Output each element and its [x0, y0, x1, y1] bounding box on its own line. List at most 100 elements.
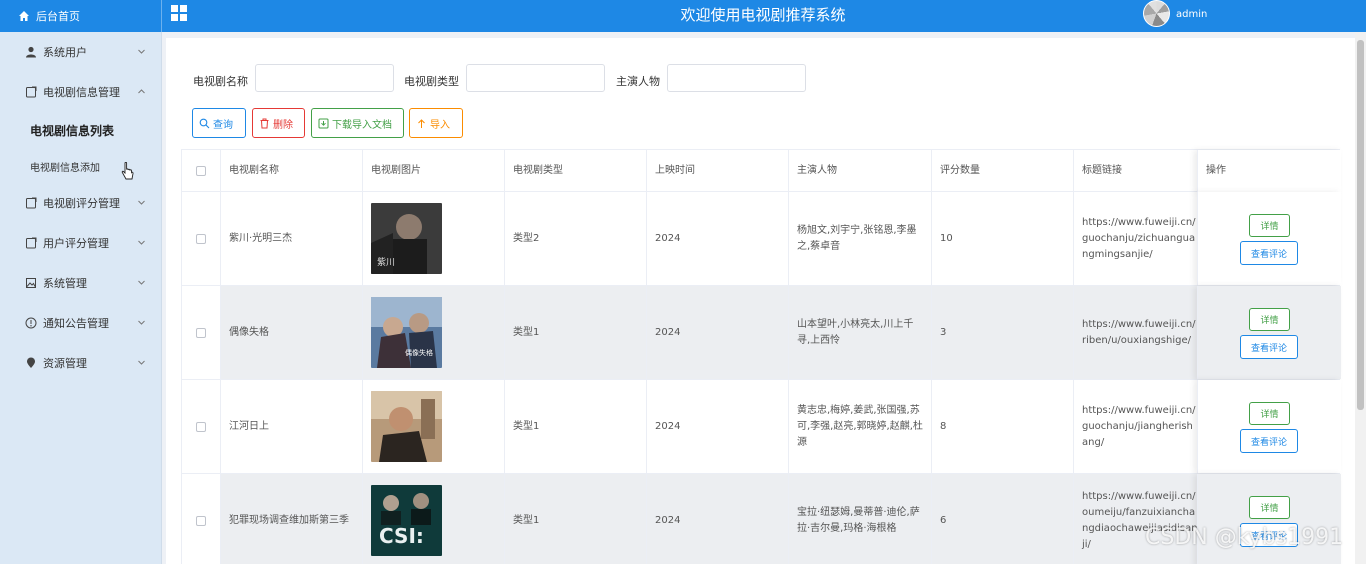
sidebar-item-label: 通知公告管理 [43, 317, 109, 330]
th-release[interactable]: 上映时间 [647, 150, 789, 192]
view-comments-button[interactable]: 查看评论 [1240, 429, 1298, 453]
cell-actors: 宝拉·纽瑟姆,曼蒂普·迪伦,萨拉·吉尔曼,玛格·海根格 [789, 474, 932, 564]
cell-rating-count: 6 [932, 474, 1074, 564]
cell-name: 偶像失格 [221, 286, 363, 379]
sidebar-item-label: 电视剧评分管理 [43, 197, 120, 210]
sidebar-item-resource[interactable]: 资源管理 [0, 343, 162, 383]
chevron-down-icon [138, 280, 145, 285]
row-select-cell [182, 474, 221, 564]
sidebar-item-tv-info[interactable]: 电视剧信息管理 [0, 72, 162, 112]
delete-button[interactable]: 删除 [252, 108, 305, 138]
main-panel: 电视剧名称 电视剧类型 主演人物 查询 删除 下载导入文档 导入 电视剧名称 电… [166, 38, 1355, 564]
cell-rating-count: 10 [932, 192, 1074, 285]
detail-button[interactable]: 详情 [1249, 308, 1290, 331]
cell-name: 紫川·光明三杰 [221, 192, 363, 285]
table-row: 犯罪现场调查维加斯第三季 CSI: 类型1 2024 宝拉·纽瑟姆,曼蒂普·迪伦… [181, 474, 1341, 564]
sidebar-item-label: 电视剧信息管理 [43, 86, 120, 99]
row-select-cell [182, 380, 221, 473]
download-import-doc-button[interactable]: 下载导入文档 [311, 108, 404, 138]
cell-link[interactable]: https://www.fuweiji.cn/guochanju/zichuan… [1074, 192, 1204, 285]
cell-release: 2024 [647, 286, 789, 379]
cell-link[interactable]: https://www.fuweiji.cn/oumeiju/fanzuixia… [1074, 474, 1204, 564]
filter-input-name[interactable] [255, 64, 394, 92]
poster-image[interactable]: 偶像失格 [371, 297, 442, 368]
import-button[interactable]: 导入 [409, 108, 463, 138]
filter-label-actors: 主演人物 [616, 75, 660, 88]
row-checkbox[interactable] [196, 233, 206, 244]
poster-image[interactable]: 紫川 [371, 203, 442, 274]
info-icon [25, 317, 37, 329]
download-icon [318, 118, 329, 128]
row-checkbox[interactable] [196, 327, 206, 338]
chevron-down-icon [138, 360, 145, 365]
sidebar-item-user-rating[interactable]: 用户评分管理 [0, 223, 162, 263]
top-bar: 后台首页 欢迎使用电视剧推荐系统 admin [0, 0, 1366, 32]
download-import-doc-label: 下载导入文档 [332, 119, 392, 131]
detail-button[interactable]: 详情 [1249, 496, 1290, 519]
row-select-cell [182, 192, 221, 285]
sidebar-subitem-tv-list[interactable]: 电视剧信息列表 [0, 112, 162, 148]
th-actions: 操作 [1197, 150, 1341, 193]
row-select-cell [182, 286, 221, 379]
cell-name: 江河日上 [221, 380, 363, 473]
scrollbar-thumb[interactable] [1357, 40, 1364, 410]
doc-icon [26, 86, 37, 98]
sidebar-item-system-mgmt[interactable]: 系统管理 [0, 263, 162, 303]
view-comments-button[interactable]: 查看评论 [1240, 335, 1298, 359]
row-checkbox[interactable] [196, 421, 206, 432]
chevron-down-icon [138, 320, 145, 325]
cell-type: 类型2 [505, 192, 647, 285]
chevron-down-icon [138, 240, 145, 245]
import-label: 导入 [430, 119, 450, 131]
svg-text:偶像失格: 偶像失格 [405, 348, 433, 357]
page-scrollbar[interactable] [1355, 32, 1366, 564]
th-image: 电视剧图片 [363, 150, 505, 192]
query-button[interactable]: 查询 [192, 108, 246, 138]
cell-type: 类型1 [505, 474, 647, 564]
sidebar-item-label: 资源管理 [43, 357, 87, 370]
table-header: 电视剧名称 电视剧图片 电视剧类型 上映时间 主演人物 评分数量 标题链接 操作 [181, 149, 1341, 193]
avatar[interactable] [1143, 0, 1170, 27]
filter-input-type[interactable] [466, 64, 605, 92]
sidebar-item-tv-rating[interactable]: 电视剧评分管理 [0, 183, 162, 223]
cell-actions: 详情 查看评论 [1197, 286, 1341, 379]
cell-link[interactable]: https://www.fuweiji.cn/riben/u/ouxiangsh… [1074, 286, 1204, 379]
cell-image [363, 380, 505, 473]
cell-name: 犯罪现场调查维加斯第三季 [221, 474, 363, 564]
th-name[interactable]: 电视剧名称 [221, 150, 363, 192]
filter-input-actors[interactable] [667, 64, 806, 92]
sidebar-subitem-tv-add[interactable]: 电视剧信息添加 [0, 148, 162, 184]
select-all-checkbox[interactable] [196, 166, 206, 176]
cell-rating-count: 3 [932, 286, 1074, 379]
table-row: 紫川·光明三杰 紫川 类型2 2024 杨旭文,刘宇宁,张铭恩,李墨之,蔡卓音 … [181, 192, 1341, 286]
sidebar-item-notice[interactable]: 通知公告管理 [0, 303, 162, 343]
view-comments-button[interactable]: 查看评论 [1240, 241, 1298, 265]
chevron-down-icon [138, 49, 145, 54]
cell-link[interactable]: https://www.fuweiji.cn/guochanju/jianghe… [1074, 380, 1204, 473]
user-icon [26, 46, 36, 58]
detail-button[interactable]: 详情 [1249, 402, 1290, 425]
th-actors[interactable]: 主演人物 [789, 150, 932, 192]
row-checkbox[interactable] [196, 515, 206, 526]
poster-image[interactable]: CSI: [371, 485, 442, 556]
query-label: 查询 [213, 119, 233, 131]
detail-button[interactable]: 详情 [1249, 214, 1290, 237]
svg-text:紫川: 紫川 [377, 257, 395, 268]
sidebar-item-label: 系统用户 [43, 46, 87, 59]
poster-image[interactable] [371, 391, 442, 462]
username[interactable]: admin [1176, 9, 1207, 20]
select-all-cell [182, 150, 221, 192]
cell-release: 2024 [647, 474, 789, 564]
th-rating-count[interactable]: 评分数量 [932, 150, 1074, 192]
cell-release: 2024 [647, 380, 789, 473]
trash-icon [260, 118, 269, 128]
th-link[interactable]: 标题链接 [1074, 150, 1216, 192]
cell-actors: 杨旭文,刘宇宁,张铭恩,李墨之,蔡卓音 [789, 192, 932, 285]
table-row: 江河日上 类型1 2024 黄志忠,梅婷,姜武,张国强,苏可,李强,赵亮,郭晓婷… [181, 380, 1341, 474]
cell-actions: 详情 查看评论 [1197, 474, 1341, 564]
cell-image: CSI: [363, 474, 505, 564]
sidebar-item-system-users[interactable]: 系统用户 [0, 32, 162, 72]
cell-image: 偶像失格 [363, 286, 505, 379]
th-type[interactable]: 电视剧类型 [505, 150, 647, 192]
cell-release: 2024 [647, 192, 789, 285]
